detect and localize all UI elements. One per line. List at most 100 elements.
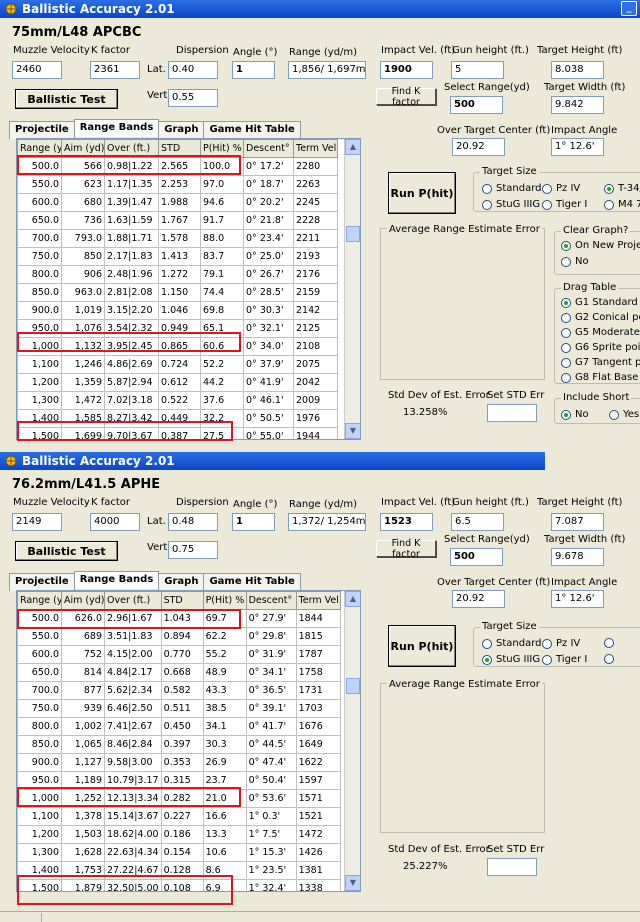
target-size-option[interactable]: Tiger I	[542, 654, 587, 665]
radio-icon[interactable]	[542, 183, 552, 194]
column-header[interactable]: STD	[158, 139, 201, 158]
target-height-input[interactable]: 8.038	[551, 61, 604, 79]
tab-projectile[interactable]: Projectile	[9, 573, 75, 591]
muzzle-velocity-input[interactable]: 2460	[12, 61, 62, 79]
radio-icon[interactable]	[542, 654, 552, 665]
include-short-option[interactable]: No	[561, 409, 589, 420]
select-range-input[interactable]: 500	[450, 96, 503, 114]
scroll-thumb[interactable]	[346, 678, 360, 694]
range-bands-grid[interactable]: Range (ydAim (yd)Over (ft.)STDP(Hit) %De…	[16, 138, 361, 440]
target-width-input[interactable]: 9.842	[551, 96, 604, 114]
table-row[interactable]: 750.0 850 2.17|1.83 1.413 83.7 0° 25.0' 2193	[17, 247, 338, 266]
target-size-option[interactable]: Pz IV	[542, 638, 580, 649]
column-header[interactable]: Range (yd	[17, 139, 62, 158]
tab-range-bands[interactable]: Range Bands	[73, 119, 160, 137]
angle-input[interactable]: 1	[232, 61, 275, 79]
target-size-option[interactable]: T-34/	[604, 183, 640, 194]
radio-icon[interactable]	[604, 183, 614, 194]
target-size-option[interactable]: Standard	[482, 638, 542, 649]
ballistic-test-button[interactable]: Ballistic Test	[15, 541, 118, 561]
radio-icon[interactable]	[482, 638, 492, 649]
table-row[interactable]: 550.0 623 1.17|1.35 2.253 97.0 0° 18.7' 2263	[17, 175, 338, 194]
grid-scrollbar[interactable]: ▲ ▼	[344, 139, 360, 439]
scroll-up-icon[interactable]: ▲	[345, 139, 360, 155]
drag-table-option[interactable]: G7 Tangent poi	[561, 357, 640, 368]
radio-icon[interactable]	[604, 638, 614, 648]
lat-dispersion-input[interactable]: 0.40	[168, 61, 218, 79]
drag-table-option[interactable]: G5 Moderate w	[561, 327, 640, 338]
table-row[interactable]: 1,300 1,628 22.63|4.34 0.154 10.6 1° 15.3' 142…	[17, 843, 341, 862]
ballistic-test-button[interactable]: Ballistic Test	[15, 89, 118, 109]
radio-icon[interactable]	[542, 638, 552, 649]
find-k-factor-button[interactable]: Find K factor	[376, 538, 436, 560]
table-row[interactable]: 1,000 1,132 3.95|2.45 0.865 60.6 0° 34.0' 2108	[17, 337, 338, 356]
lat-dispersion-input[interactable]: 0.48	[168, 513, 218, 531]
table-row[interactable]: 950.0 1,189 10.79|3.17 0.315 23.7 0° 50.4' 159…	[17, 771, 341, 790]
table-row[interactable]: 600.0 680 1.39|1.47 1.988 94.6 0° 20.2' 2245	[17, 193, 338, 212]
include-short-option[interactable]: Yes	[609, 409, 639, 420]
gun-height-input[interactable]: 5	[451, 61, 504, 79]
k-factor-input[interactable]: 2361	[90, 61, 140, 79]
scroll-thumb[interactable]	[346, 226, 360, 242]
table-row[interactable]: 600.0 752 4.15|2.00 0.770 55.2 0° 31.9' 1787	[17, 645, 341, 664]
column-header[interactable]: Descent°	[245, 591, 297, 610]
clear-graph-option[interactable]: No	[561, 256, 589, 267]
table-row[interactable]: 900.0 1,127 9.58|3.00 0.353 26.9 0° 47.4' 1622	[17, 753, 341, 772]
table-row[interactable]: 900.0 1,019 3.15|2.20 1.046 69.8 0° 30.3' 2142	[17, 301, 338, 320]
radio-icon[interactable]	[561, 372, 571, 383]
table-row[interactable]: 1,300 1,472 7.02|3.18 0.522 37.6 0° 46.1' 2009	[17, 391, 338, 410]
target-size-option[interactable]: StuG IIIG	[482, 199, 540, 210]
scroll-down-icon[interactable]: ▼	[345, 875, 360, 891]
table-row[interactable]: 750.0 939 6.46|2.50 0.511 38.5 0° 39.1' 1703	[17, 699, 341, 718]
column-header[interactable]: P(Hit) %	[200, 139, 244, 158]
drag-table-option[interactable]: G6 Sprite point	[561, 342, 640, 353]
drag-table-option[interactable]: G8 Flat Base ar	[561, 372, 640, 383]
table-row[interactable]: 950.0 1,076 3.54|2.32 0.949 65.1 0° 32.1' 2125	[17, 319, 338, 338]
radio-icon[interactable]	[609, 409, 619, 420]
select-range-input[interactable]: 500	[450, 548, 503, 566]
radio-icon[interactable]	[561, 327, 571, 338]
tab-range-bands[interactable]: Range Bands	[73, 571, 160, 589]
target-size-option[interactable]: StuG IIIG	[482, 654, 540, 665]
set-std-input[interactable]	[487, 404, 537, 422]
tab-graph[interactable]: Graph	[158, 573, 205, 591]
column-header[interactable]: Over (ft.)	[104, 591, 162, 610]
radio-icon[interactable]	[561, 256, 571, 267]
table-row[interactable]: 500.0 626.0 2.96|1.67 1.043 69.7 0° 27.9' 1844	[17, 609, 341, 628]
table-row[interactable]: 1,000 1,252 12.13|3.34 0.282 21.0 0° 53.6' 157…	[17, 789, 341, 808]
table-row[interactable]: 650.0 814 4.84|2.17 0.668 48.9 0° 34.1' 1758	[17, 663, 341, 682]
table-row[interactable]: 850.0 1,065 8.46|2.84 0.397 30.3 0° 44.5' 1649	[17, 735, 341, 754]
table-row[interactable]: 550.0 689 3.51|1.83 0.894 62.2 0° 29.8' 1815	[17, 627, 341, 646]
radio-icon[interactable]	[482, 199, 492, 210]
table-row[interactable]: 1,500 1,699 9.70|3.67 0.387 27.5 0° 55.0' 1944	[17, 427, 338, 439]
title-bar[interactable]: Ballistic Accuracy 2.01 _	[0, 0, 640, 18]
table-row[interactable]: 700.0 877 5.62|2.34 0.582 43.3 0° 36.5' 1731	[17, 681, 341, 700]
title-bar[interactable]: Ballistic Accuracy 2.01	[0, 452, 545, 470]
set-std-input[interactable]	[487, 858, 537, 876]
scroll-down-icon[interactable]: ▼	[345, 423, 360, 439]
column-header[interactable]: Descent°	[243, 139, 294, 158]
radio-icon[interactable]	[604, 199, 614, 210]
radio-icon[interactable]	[561, 240, 571, 251]
target-size-option[interactable]	[604, 654, 618, 664]
column-header[interactable]: Aim (yd)	[61, 139, 105, 158]
minimize-button[interactable]: _	[621, 1, 637, 16]
table-row[interactable]: 650.0 736 1.63|1.59 1.767 91.7 0° 21.8' 2228	[17, 211, 338, 230]
drag-table-option[interactable]: G2 Conical poin	[561, 312, 640, 323]
radio-icon[interactable]	[604, 654, 614, 664]
k-factor-input[interactable]: 4000	[90, 513, 140, 531]
angle-input[interactable]: 1	[232, 513, 275, 531]
radio-icon[interactable]	[561, 409, 571, 420]
radio-icon[interactable]	[561, 312, 571, 323]
vert-dispersion-input[interactable]: 0.55	[168, 89, 218, 107]
radio-icon[interactable]	[482, 654, 492, 665]
column-header[interactable]: Term Vel.	[293, 139, 338, 158]
find-k-factor-button[interactable]: Find K factor	[376, 86, 436, 108]
radio-icon[interactable]	[542, 199, 552, 210]
table-row[interactable]: 1,500 1,879 32.50|5.00 0.108 6.9 1° 32.4' 1338	[17, 879, 341, 891]
gun-height-input[interactable]: 6.5	[451, 513, 504, 531]
column-header[interactable]: P(Hit) %	[202, 591, 247, 610]
table-row[interactable]: 800.0 1,002 7.41|2.67 0.450 34.1 0° 41.7' 1676	[17, 717, 341, 736]
target-size-option[interactable]: Pz IV	[542, 183, 580, 194]
target-size-option[interactable]: M4 7	[604, 199, 640, 210]
